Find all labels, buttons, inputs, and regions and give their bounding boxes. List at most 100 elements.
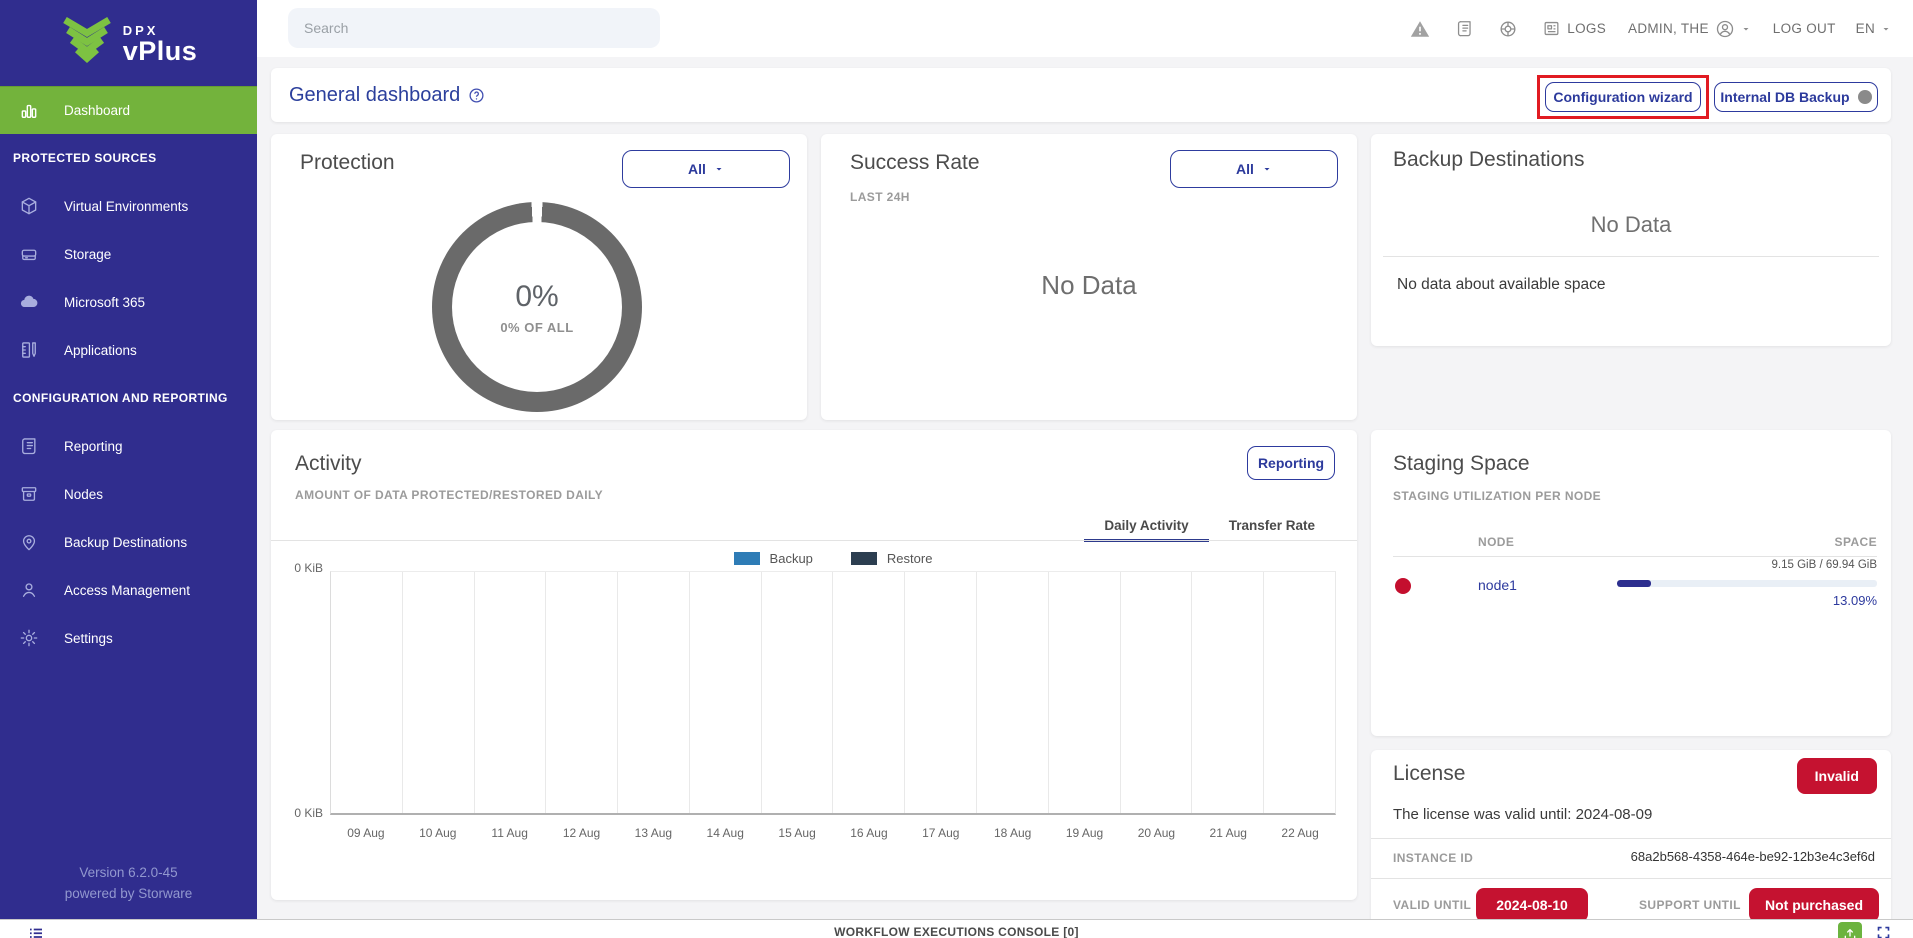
x-axis-tick-label: 13 Aug [617, 826, 689, 840]
sidebar-item-applications[interactable]: Applications [0, 326, 257, 374]
sidebar-item-storage[interactable]: Storage [0, 230, 257, 278]
chevron-down-icon [714, 164, 724, 174]
divider [1371, 878, 1891, 879]
activity-tabs: Daily Activity Transfer Rate [1084, 510, 1335, 541]
success-rate-card: Success Rate LAST 24H All No Data [821, 134, 1357, 420]
powered-by-text: powered by Storware [0, 883, 257, 904]
status-dot-icon [1858, 90, 1872, 104]
logo-line2: vPlus [123, 38, 198, 64]
logs-button[interactable]: LOGS [1542, 19, 1606, 38]
language-select[interactable]: EN [1856, 21, 1891, 36]
protection-filter-dropdown[interactable]: All [622, 150, 790, 188]
sidebar-item-dashboard[interactable]: Dashboard [0, 86, 257, 134]
warning-icon[interactable] [1409, 18, 1431, 40]
backup-legend-label: Backup [770, 551, 813, 566]
tab-transfer-rate[interactable]: Transfer Rate [1209, 510, 1335, 541]
configuration-wizard-button[interactable]: Configuration wizard [1545, 82, 1701, 112]
tab-daily-activity[interactable]: Daily Activity [1084, 510, 1208, 541]
language-label: EN [1856, 21, 1875, 36]
sidebar-item-backup-destinations[interactable]: Backup Destinations [0, 518, 257, 566]
license-title: License [1393, 762, 1465, 786]
restore-legend-label: Restore [887, 551, 933, 566]
avatar-icon [1715, 19, 1735, 39]
sidebar-item-microsoft-365[interactable]: Microsoft 365 [0, 278, 257, 326]
chart-column [1192, 572, 1264, 813]
applications-icon [18, 339, 40, 361]
success-rate-filter-dropdown[interactable]: All [1170, 150, 1338, 188]
sidebar-item-access-management[interactable]: Access Management [0, 566, 257, 614]
backup-destinations-title: Backup Destinations [1393, 148, 1584, 172]
sidebar-item-reporting[interactable]: Reporting [0, 422, 257, 470]
storage-icon [18, 243, 40, 265]
staging-space-subtitle: STAGING UTILIZATION PER NODE [1393, 489, 1601, 503]
version-info: Version 6.2.0-45 powered by Storware [0, 862, 257, 904]
sidebar-item-nodes[interactable]: Nodes [0, 470, 257, 518]
staging-space-title: Staging Space [1393, 452, 1530, 476]
sidebar-item-settings[interactable]: Settings [0, 614, 257, 662]
divider [1393, 556, 1877, 557]
x-axis-tick-label: 17 Aug [905, 826, 977, 840]
user-label: ADMIN, THE [1628, 21, 1709, 36]
cloud-icon [18, 291, 40, 313]
x-axis-tick-label: 16 Aug [833, 826, 905, 840]
help-circle-icon[interactable] [468, 87, 485, 104]
node-percent: 13.09% [1833, 593, 1877, 608]
help-lifering-icon[interactable] [1498, 19, 1518, 39]
x-axis-tick-label: 20 Aug [1120, 826, 1192, 840]
sidebar-item-label: Dashboard [64, 103, 130, 118]
x-axis-tick-label: 18 Aug [977, 826, 1049, 840]
dpx-vplus-dashboard: LOGS ADMIN, THE LOG OUT EN [0, 0, 1913, 938]
gear-icon [18, 627, 40, 649]
x-axis-tick-label: 12 Aug [546, 826, 618, 840]
valid-until-badge: 2024-08-10 [1476, 888, 1588, 922]
sidebar-item-virtual-environments[interactable]: Virtual Environments [0, 182, 257, 230]
user-menu[interactable]: ADMIN, THE [1628, 19, 1751, 39]
instance-id-label: INSTANCE ID [1393, 851, 1473, 865]
reporting-button[interactable]: Reporting [1247, 446, 1335, 480]
report-scroll-icon[interactable] [1455, 19, 1474, 38]
console-export-icon[interactable] [1838, 922, 1862, 938]
staging-bar-fill [1617, 580, 1651, 587]
chart-column [1049, 572, 1121, 813]
column-header-space: SPACE [1835, 535, 1877, 549]
node-space-value: 9.15 GiB / 69.94 GiB [1772, 559, 1877, 571]
node-link[interactable]: node1 [1478, 577, 1517, 593]
user-icon [18, 579, 40, 601]
internal-db-backup-button[interactable]: Internal DB Backup [1714, 82, 1878, 112]
topbar-actions: LOGS ADMIN, THE LOG OUT EN [1409, 0, 1891, 57]
logs-label: LOGS [1567, 21, 1606, 36]
chart-column [1264, 572, 1335, 813]
chart-column [977, 572, 1049, 813]
backup-destinations-no-data: No Data [1371, 212, 1891, 238]
y-axis-bottom-label: 0 KiB [271, 806, 323, 820]
sidebar-section-label: CONFIGURATION AND REPORTING [0, 374, 257, 422]
protection-percent-sub: 0% OF ALL [500, 320, 573, 335]
dashboard-bars-icon [18, 100, 40, 122]
license-status-badge: Invalid [1797, 758, 1877, 794]
x-axis-tick-label: 21 Aug [1192, 826, 1264, 840]
backup-destinations-card: Backup Destinations No Data No data abou… [1371, 134, 1891, 346]
success-rate-no-data: No Data [1024, 268, 1154, 303]
version-text: Version 6.2.0-45 [0, 862, 257, 883]
console-title[interactable]: WORKFLOW EXECUTIONS CONSOLE [0] [0, 925, 1913, 938]
activity-bar-chart [330, 571, 1336, 815]
nodes-icon [18, 483, 40, 505]
fullscreen-icon[interactable] [1876, 925, 1891, 938]
divider [1371, 838, 1891, 839]
pin-icon [18, 531, 40, 553]
activity-subtitle: AMOUNT OF DATA PROTECTED/RESTORED DAILY [295, 488, 603, 502]
topbar: LOGS ADMIN, THE LOG OUT EN [257, 0, 1913, 57]
divider [271, 540, 1357, 541]
chart-column [331, 572, 403, 813]
x-axis-tick-label: 11 Aug [474, 826, 546, 840]
success-rate-title: Success Rate [850, 151, 980, 175]
chart-column [762, 572, 834, 813]
page-title: General dashboard [289, 68, 485, 122]
app-logo[interactable]: DPX vPlus [0, 0, 257, 86]
logout-button[interactable]: LOG OUT [1773, 21, 1836, 36]
x-axis-tick-label: 15 Aug [761, 826, 833, 840]
column-header-node: NODE [1478, 535, 1514, 549]
search-input[interactable] [288, 8, 660, 48]
x-axis-tick-label: 09 Aug [330, 826, 402, 840]
cube-icon [18, 195, 40, 217]
